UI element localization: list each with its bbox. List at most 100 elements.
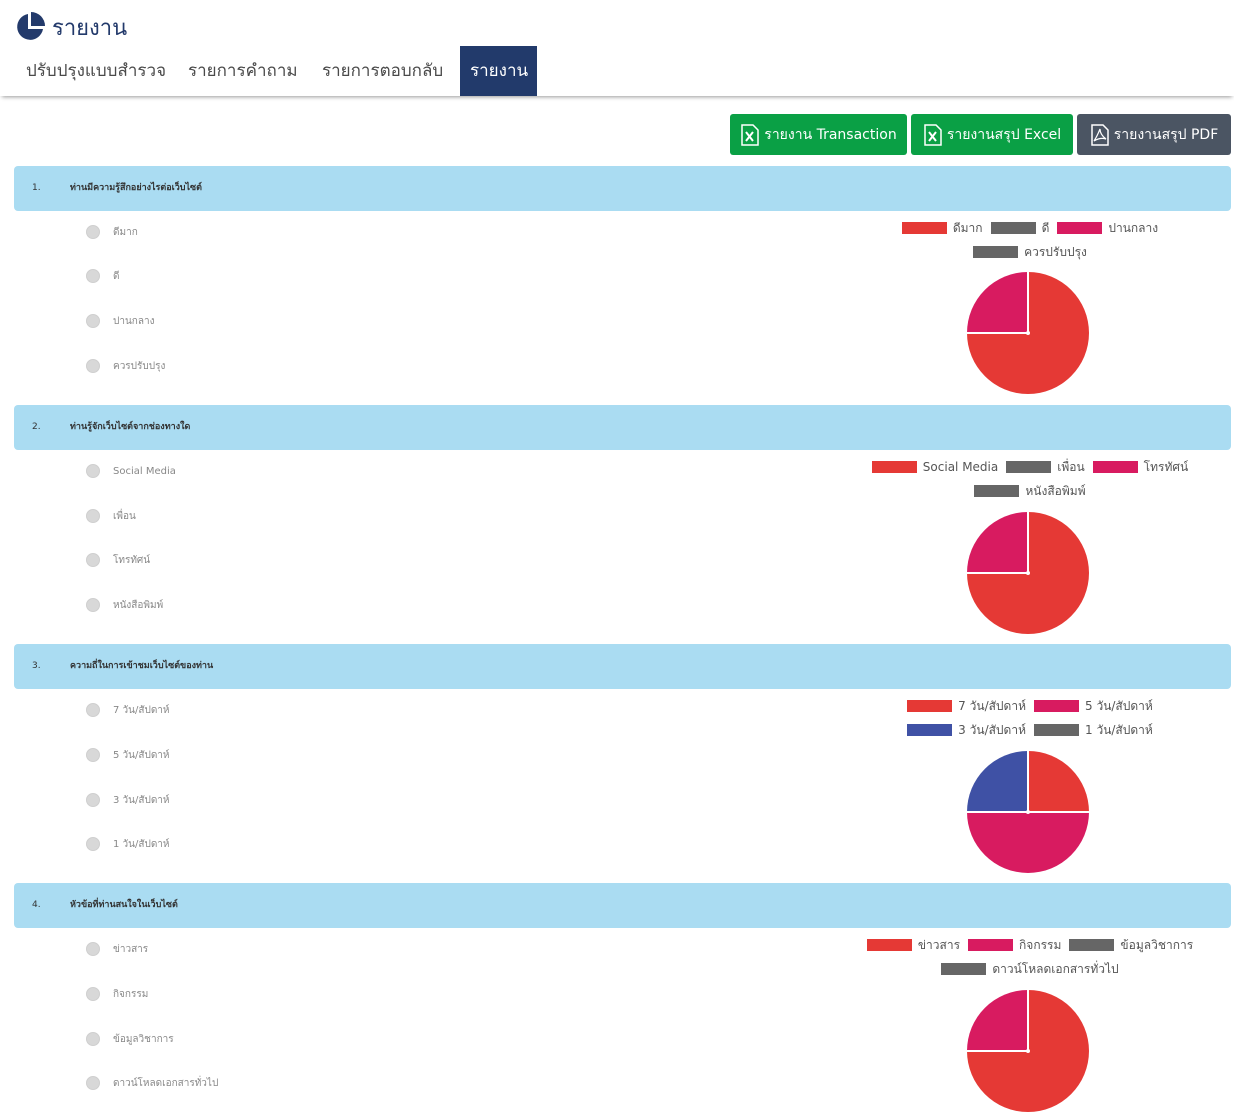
legend-item[interactable]: ข้อมูลวิชาการ	[1069, 936, 1193, 955]
radio-button[interactable]	[86, 748, 100, 762]
legend-swatch	[990, 222, 1036, 234]
pie-slice[interactable]	[967, 272, 1028, 333]
legend-label: 1 วัน/สัปดาห์	[1085, 722, 1153, 737]
radio-button[interactable]	[86, 1032, 100, 1046]
legend-label: โทรทัศน์	[1143, 459, 1189, 474]
pie-slice[interactable]	[967, 751, 1028, 812]
radio-button[interactable]	[86, 553, 100, 567]
answer-option[interactable]: หนังสือพิมพ์	[86, 595, 163, 615]
legend-swatch	[901, 222, 947, 234]
radio-button[interactable]	[86, 509, 100, 523]
legend-item[interactable]: กิจกรรม	[968, 936, 1061, 955]
legend-label: หนังสือพิมพ์	[1025, 483, 1086, 498]
pie-chart	[967, 990, 1089, 1112]
legend-swatch	[1069, 939, 1115, 951]
option-label: ข่าวสาร	[113, 943, 149, 955]
question-number: 4.	[32, 900, 41, 910]
tab-responses[interactable]: รายการตอบกลับ	[310, 46, 455, 96]
question-number: 3.	[32, 661, 41, 671]
legend-label: ปานกลาง	[1108, 220, 1159, 235]
radio-button[interactable]	[86, 837, 100, 851]
answer-option[interactable]: ควรปรับปรุง	[86, 356, 165, 376]
answer-option[interactable]: ข่าวสาร	[86, 939, 148, 959]
chart-legend: ดีมาก ดี ปานกลางควรปรับปรุง	[820, 216, 1234, 264]
answer-option[interactable]: 3 วัน/สัปดาห์	[86, 790, 170, 810]
pie-center	[1026, 571, 1030, 575]
legend-row: ดีมาก ดี ปานกลาง	[820, 216, 1234, 240]
option-label: ดาวน์โหลดเอกสารทั่วไป	[113, 1077, 219, 1089]
answer-option[interactable]: ข้อมูลวิชาการ	[86, 1029, 174, 1049]
answer-option[interactable]: Social Media	[86, 461, 176, 481]
answer-option[interactable]: ปานกลาง	[86, 311, 154, 331]
radio-button[interactable]	[86, 598, 100, 612]
answer-option[interactable]: กิจกรรม	[86, 984, 148, 1004]
pie-slice[interactable]	[1028, 751, 1089, 812]
radio-button[interactable]	[86, 464, 100, 478]
pie-chart	[967, 751, 1089, 873]
legend-row: ดาวน์โหลดเอกสารทั่วไป	[820, 957, 1234, 981]
option-label: Social Media	[113, 465, 176, 477]
radio-button[interactable]	[86, 942, 100, 956]
option-label: 7 วัน/สัปดาห์	[113, 704, 170, 716]
legend-swatch	[974, 485, 1020, 497]
option-label: ดี	[113, 270, 120, 282]
excel-summary-button[interactable]: รายงานสรุป Excel	[911, 114, 1073, 155]
legend-item[interactable]: ดาวน์โหลดเอกสารทั่วไป	[941, 960, 1119, 979]
excel-file-icon	[741, 123, 760, 146]
pdf-summary-button[interactable]: รายงานสรุป PDF	[1077, 114, 1231, 155]
chart-legend: 7 วัน/สัปดาห์ 5 วัน/สัปดาห์ 3 วัน/สัปดาห์ 1…	[820, 694, 1234, 742]
answer-option[interactable]: 5 วัน/สัปดาห์	[86, 745, 170, 765]
legend-item[interactable]: ปานกลาง	[1057, 219, 1158, 238]
legend-item[interactable]: 3 วัน/สัปดาห์	[907, 721, 1026, 740]
legend-item[interactable]: ควรปรับปรุง	[973, 243, 1087, 262]
legend-swatch	[907, 724, 953, 736]
pie-slice[interactable]	[967, 990, 1028, 1051]
option-label: โทรทัศน์	[113, 554, 151, 566]
radio-button[interactable]	[86, 225, 100, 239]
answer-option[interactable]: 7 วัน/สัปดาห์	[86, 700, 170, 720]
option-label: 5 วัน/สัปดาห์	[113, 749, 170, 761]
radio-button[interactable]	[86, 793, 100, 807]
legend-item[interactable]: 5 วัน/สัปดาห์	[1034, 697, 1153, 716]
radio-button[interactable]	[86, 314, 100, 328]
page-title: รายงาน	[52, 15, 128, 41]
legend-item[interactable]: Social Media	[871, 460, 998, 474]
answer-option[interactable]: ดีมาก	[86, 222, 138, 242]
transaction-report-button[interactable]: รายงาน Transaction	[730, 114, 907, 155]
answer-option[interactable]: ดี	[86, 266, 120, 286]
question-text: ท่านรู้จักเว็บไซต์จากช่องทางใด	[70, 422, 191, 432]
radio-button[interactable]	[86, 359, 100, 373]
option-label: เพื่อน	[113, 510, 136, 522]
question-header: 3. ความถี่ในการเข้าชมเว็บไซต์ของท่าน	[14, 644, 1231, 689]
tab-questions[interactable]: รายการคำถาม	[176, 46, 310, 96]
answer-option[interactable]: โทรทัศน์	[86, 550, 150, 570]
radio-button[interactable]	[86, 703, 100, 717]
pie-slice[interactable]	[967, 512, 1028, 573]
legend-item[interactable]: ดี	[990, 219, 1049, 238]
pie-slice[interactable]	[967, 812, 1089, 873]
answer-option[interactable]: ดาวน์โหลดเอกสารทั่วไป	[86, 1073, 218, 1093]
pie-center	[1026, 1049, 1030, 1053]
legend-item[interactable]: โทรทัศน์	[1092, 458, 1189, 477]
answer-option[interactable]: เพื่อน	[86, 506, 136, 526]
legend-swatch	[973, 246, 1019, 258]
radio-button[interactable]	[86, 269, 100, 283]
legend-item[interactable]: ดีมาก	[901, 219, 983, 238]
legend-item[interactable]: หนังสือพิมพ์	[974, 482, 1086, 501]
question-header: 4. หัวข้อที่ท่านสนใจในเว็บไซต์	[14, 883, 1231, 928]
excel-summary-label: รายงานสรุป Excel	[946, 126, 1062, 143]
legend-item[interactable]: เพื่อน	[1006, 458, 1085, 477]
legend-label: ดาวน์โหลดเอกสารทั่วไป	[992, 961, 1119, 976]
question-header: 1. ท่านมีความรู้สึกอย่างไรต่อเว็บไซต์	[14, 166, 1231, 211]
question-text: ความถี่ในการเข้าชมเว็บไซต์ของท่าน	[70, 661, 214, 671]
answer-option[interactable]: 1 วัน/สัปดาห์	[86, 834, 170, 854]
tab-edit-survey[interactable]: ปรับปรุงแบบสำรวจ	[14, 46, 178, 96]
radio-button[interactable]	[86, 1076, 100, 1090]
legend-item[interactable]: 7 วัน/สัปดาห์	[907, 697, 1026, 716]
legend-item[interactable]: 1 วัน/สัปดาห์	[1034, 721, 1153, 740]
legend-item[interactable]: ข่าวสาร	[866, 936, 961, 955]
tab-report[interactable]: รายงาน	[460, 46, 537, 96]
radio-button[interactable]	[86, 987, 100, 1001]
pdf-file-icon	[1090, 123, 1109, 146]
legend-label: ข่าวสาร	[917, 937, 961, 952]
